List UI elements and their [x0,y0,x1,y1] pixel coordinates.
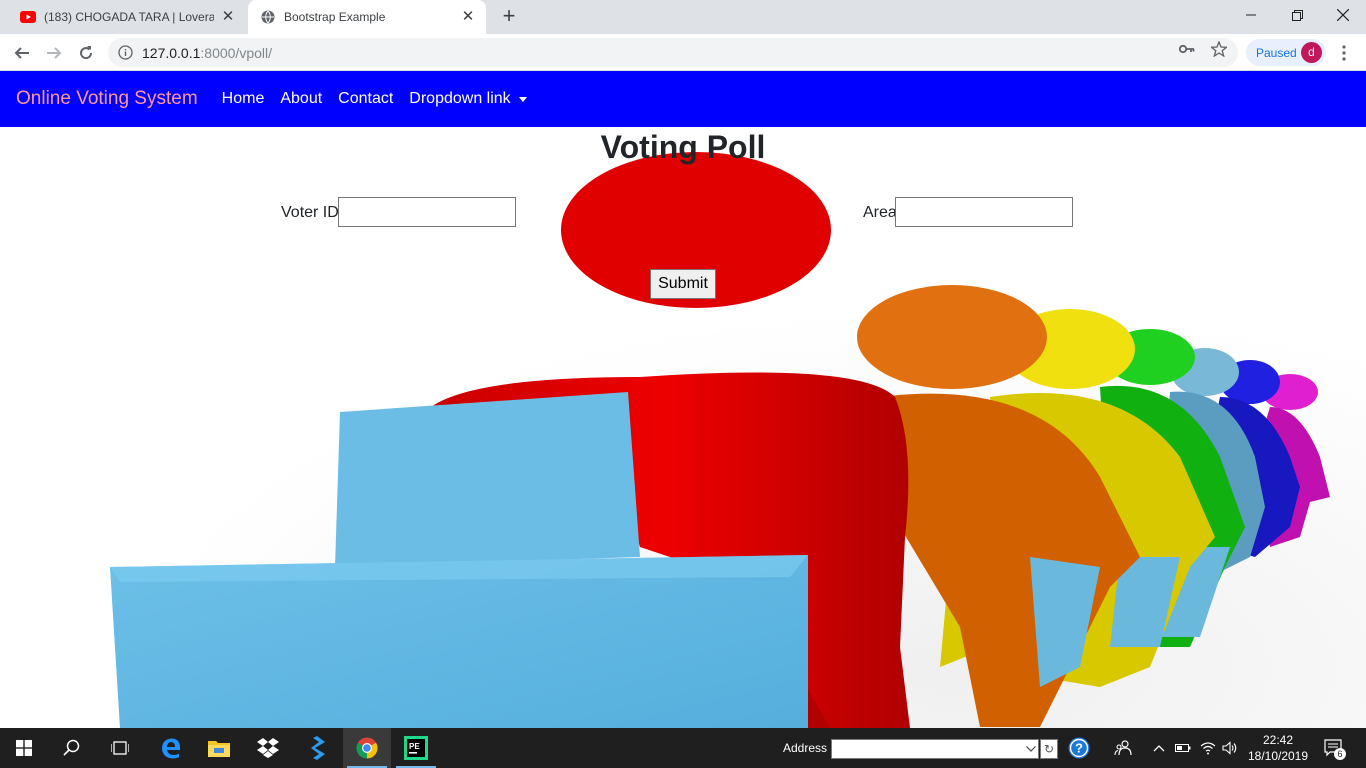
address-bar[interactable]: 127.0.0.1:8000/vpoll/ [108,38,1238,67]
tab-title: (183) CHOGADA TARA | Loveratri [44,10,214,24]
menu-icon[interactable] [1336,40,1352,66]
svg-text:PE: PE [409,742,420,751]
people-icon[interactable] [1112,738,1134,758]
search-icon[interactable] [48,728,96,768]
submit-button[interactable]: Submit [650,269,716,299]
minimize-button[interactable] [1228,0,1274,30]
brand-link[interactable]: Online Voting System [16,88,198,110]
dropdown-label: Dropdown link [409,90,511,107]
windows-taskbar: PE Address ↻ ? 22:42 18/10/2019 6 [0,728,1366,768]
address-toolbar-label: Address [783,741,828,755]
voting-queue-illustration [0,127,1366,728]
chrome-icon[interactable] [343,728,391,768]
star-icon[interactable] [1210,40,1228,58]
back-button[interactable] [9,40,35,66]
reload-button[interactable] [73,40,99,66]
area-label: Area [863,204,897,221]
page-title: Voting Poll [600,129,766,165]
battery-icon[interactable] [1174,738,1192,758]
nav-link-home[interactable]: Home [222,90,265,108]
voter-id-input[interactable] [338,197,516,227]
chevron-down-icon[interactable] [1022,739,1040,759]
notification-count: 6 [1334,748,1346,760]
close-tab-icon[interactable]: ✕ [220,9,236,25]
edge-icon[interactable] [147,728,195,768]
vscode-icon[interactable] [294,728,342,768]
task-view-icon[interactable] [96,728,144,768]
voter-id-label: Voter ID [281,204,339,221]
globe-icon [260,9,276,25]
system-clock[interactable]: 22:42 18/10/2019 [1240,732,1316,764]
nav-link-contact[interactable]: Contact [338,90,393,108]
address-toolbar-input[interactable] [831,739,1039,759]
profile-status: Paused [1256,45,1297,60]
nav-links: Home About Contact Dropdown link [222,90,543,108]
pycharm-icon[interactable]: PE [392,728,440,768]
refresh-icon[interactable]: ↻ [1040,739,1058,759]
nav-link-dropdown[interactable]: Dropdown link [409,90,527,108]
chevron-up-icon[interactable] [1150,738,1168,758]
help-icon[interactable]: ? [1066,737,1092,759]
dropbox-icon[interactable] [244,728,292,768]
new-tab-button[interactable]: + [498,5,520,28]
profile-button[interactable]: Paused d [1246,39,1326,66]
page-viewport: Online Voting System Home About Contact … [0,71,1366,728]
file-explorer-icon[interactable] [195,728,243,768]
youtube-icon [20,9,36,25]
url-text: 127.0.0.1:8000/vpoll/ [142,45,272,61]
site-navbar: Online Voting System Home About Contact … [0,71,1366,127]
tab-title: Bootstrap Example [284,10,386,24]
avatar: d [1301,42,1322,63]
start-icon[interactable] [0,728,48,768]
svg-text:?: ? [1075,741,1083,756]
clock-time: 22:42 [1262,733,1294,747]
forward-button[interactable] [41,40,67,66]
volume-icon[interactable] [1220,738,1240,758]
tab-youtube[interactable]: (183) CHOGADA TARA | Loveratri ✕ [8,0,246,34]
browser-toolbar: 127.0.0.1:8000/vpoll/ Paused d [0,34,1366,71]
area-input[interactable] [895,197,1073,227]
nav-link-about[interactable]: About [280,90,322,108]
caret-down-icon [518,96,527,102]
wifi-icon[interactable] [1198,738,1218,758]
close-window-button[interactable] [1320,0,1366,30]
tab-bootstrap-example[interactable]: Bootstrap Example ✕ [248,0,486,34]
clock-date: 18/10/2019 [1247,749,1309,763]
notification-icon[interactable]: 6 [1322,738,1346,760]
key-icon[interactable] [1178,40,1196,58]
restore-button[interactable] [1274,0,1320,30]
close-tab-icon[interactable]: ✕ [460,9,476,25]
info-icon[interactable] [118,45,133,65]
tab-strip: (183) CHOGADA TARA | Loveratri ✕ Bootstr… [0,0,1366,34]
